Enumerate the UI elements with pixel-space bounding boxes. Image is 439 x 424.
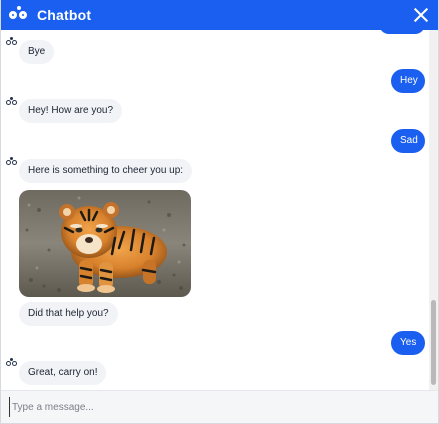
user-message-partial — [379, 30, 425, 34]
bot-message: Did that help you? — [19, 302, 118, 326]
chat-title: Chatbot — [37, 7, 92, 23]
bot-message: Here is something to cheer you up: — [19, 159, 193, 183]
chat-header: Chatbot — [1, 0, 438, 30]
bot-avatar-icon — [6, 157, 17, 167]
bot-avatar-icon — [6, 37, 17, 47]
bot-message: Hey! How are you? — [19, 99, 123, 123]
scrollbar-thumb[interactable] — [431, 300, 436, 385]
bot-message: Great, carry on! — [19, 361, 107, 385]
user-message: Hey — [391, 69, 425, 93]
user-message: Yes — [391, 331, 425, 355]
message-input[interactable] — [9, 397, 434, 417]
message-composer — [1, 390, 438, 423]
message-scrollbar[interactable] — [429, 30, 438, 390]
message-list[interactable]: Bye Hey Hey! How are you? Sad Here is so… — [1, 30, 430, 390]
close-icon[interactable] — [412, 6, 430, 24]
bot-message: Bye — [19, 40, 55, 64]
robot-eyes-icon — [9, 6, 29, 22]
tiger-cub-image — [19, 190, 191, 297]
user-message: Sad — [391, 129, 425, 153]
chatbot-widget: Chatbot Bye Hey Hey! How are you? Sad He… — [0, 0, 439, 424]
bot-avatar-icon — [6, 97, 17, 107]
bot-avatar-icon — [6, 358, 17, 368]
